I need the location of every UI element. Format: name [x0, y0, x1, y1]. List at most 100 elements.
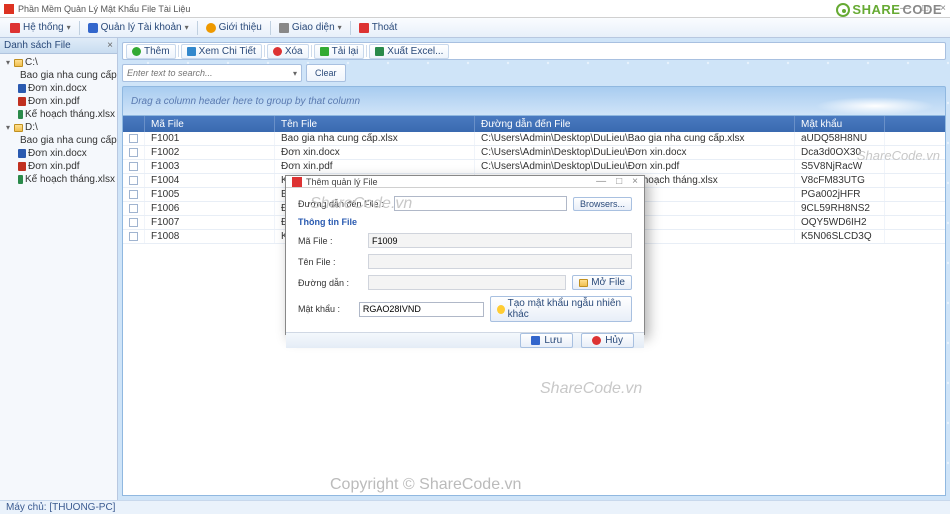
sidebar: Danh sách File × ▾C:\Bao gia nha cung cấ…: [0, 38, 118, 500]
add-button[interactable]: Thêm: [126, 44, 176, 59]
file-icon: [18, 110, 23, 119]
search-box[interactable]: ▾: [122, 64, 302, 82]
sidebar-title: Danh sách File: [4, 40, 71, 51]
search-dropdown-icon[interactable]: ▾: [293, 69, 297, 78]
excel-icon: [375, 47, 384, 56]
tree-folder[interactable]: ▾C:\: [0, 56, 117, 69]
table-row[interactable]: F1002Đơn xin.docxC:\Users\Admin\Desktop\…: [123, 146, 945, 160]
file-icon: [18, 84, 26, 93]
grid-header: Mã File Tên File Đường dẫn đến File Mật …: [123, 116, 945, 132]
export-excel-button[interactable]: Xuất Excel...: [369, 44, 449, 59]
matkhau-label: Mật khẩu :: [298, 304, 353, 314]
col-password[interactable]: Mật khẩu: [795, 116, 885, 132]
reload-icon: [320, 47, 329, 56]
gear-icon: [10, 23, 20, 33]
row-checkbox[interactable]: [129, 162, 138, 171]
row-checkbox[interactable]: [129, 190, 138, 199]
detail-icon: [187, 47, 196, 56]
table-row[interactable]: F1003Đơn xin.pdfC:\Users\Admin\Desktop\D…: [123, 160, 945, 174]
row-checkbox[interactable]: [129, 134, 138, 143]
menu-thoat[interactable]: Thoát: [355, 21, 402, 34]
dialog-title: Thêm quản lý File: [306, 177, 596, 187]
sidebar-header: Danh sách File ×: [0, 38, 117, 54]
delete-button[interactable]: Xóa: [267, 44, 309, 59]
row-checkbox[interactable]: [129, 218, 138, 227]
file-icon: [18, 162, 26, 171]
tree-file[interactable]: Đơn xin.docx: [0, 147, 117, 160]
tree-file[interactable]: Đơn xin.pdf: [0, 95, 117, 108]
file-icon: [18, 97, 26, 106]
dialog-footer: Lưu Hủy: [286, 332, 644, 348]
folder-icon: [14, 124, 23, 132]
tenfile-input: [368, 254, 632, 269]
search-input[interactable]: [127, 68, 293, 78]
app-icon: [4, 4, 14, 14]
status-bar: Máy chủ: [THUONG-PC]: [0, 500, 950, 514]
open-file-button[interactable]: Mở File: [572, 275, 632, 290]
file-icon: [18, 175, 23, 184]
tenfile-label: Tên File :: [298, 257, 362, 267]
dialog-close-button[interactable]: ×: [632, 176, 638, 187]
row-checkbox[interactable]: [129, 176, 138, 185]
reload-button[interactable]: Tải lại: [314, 44, 365, 59]
col-id[interactable]: Mã File: [145, 116, 275, 132]
path-label: Đường dẫn đến File :: [298, 199, 388, 209]
save-button[interactable]: Lưu: [520, 333, 573, 348]
tree-file[interactable]: Kế hoạch tháng.xlsx: [0, 173, 117, 186]
browse-button[interactable]: Browsers...: [573, 197, 632, 211]
row-checkbox[interactable]: [129, 148, 138, 157]
logo-spiral-icon: [836, 3, 850, 17]
exit-icon: [359, 23, 369, 33]
mafile-label: Mã File :: [298, 236, 362, 246]
menu-giaodien[interactable]: Giao diện▾: [275, 21, 346, 34]
dialog-maximize-button[interactable]: □: [616, 176, 622, 187]
col-name[interactable]: Tên File: [275, 116, 475, 132]
tree-file[interactable]: Bao gia nha cung cấp.xlsx: [0, 134, 117, 147]
sharecode-logo: SHARE CODE: [836, 2, 942, 17]
generate-password-button[interactable]: Tạo mật khẩu ngẫu nhiên khác: [490, 296, 632, 322]
matkhau-input[interactable]: [359, 302, 484, 317]
dialog-title-bar[interactable]: Thêm quản lý File — □ ×: [286, 176, 644, 188]
dialog-app-icon: [292, 177, 302, 187]
cancel-icon: [592, 336, 601, 345]
cancel-button[interactable]: Hủy: [581, 333, 634, 348]
save-icon: [531, 336, 540, 345]
info-icon: [206, 23, 216, 33]
group-hint-text: Drag a column header here to group by th…: [131, 96, 360, 107]
bulb-icon: [497, 305, 505, 314]
title-bar: Phần Mềm Quản Lý Mật Khẩu File Tài Liệu …: [0, 0, 950, 18]
window-title: Phần Mềm Quản Lý Mật Khẩu File Tài Liệu: [18, 4, 900, 14]
theme-icon: [279, 23, 289, 33]
row-checkbox[interactable]: [129, 204, 138, 213]
mafile-input: [368, 233, 632, 248]
row-checkbox[interactable]: [129, 232, 138, 241]
search-bar: ▾ Clear: [122, 64, 946, 82]
view-detail-button[interactable]: Xem Chi Tiết: [181, 44, 262, 59]
tree-file[interactable]: Kế hoạch tháng.xlsx: [0, 108, 117, 121]
file-icon: [18, 149, 26, 158]
path-input[interactable]: [394, 196, 567, 211]
dialog-minimize-button[interactable]: —: [596, 176, 606, 187]
group-by-bar[interactable]: Drag a column header here to group by th…: [122, 86, 946, 116]
delete-icon: [273, 47, 282, 56]
status-text: Máy chủ: [THUONG-PC]: [6, 502, 115, 513]
menu-gioithieu[interactable]: Giới thiệu: [202, 21, 266, 34]
tree-file[interactable]: Đơn xin.docx: [0, 82, 117, 95]
tree-file[interactable]: Bao gia nha cung cấp.xlsx: [0, 69, 117, 82]
tree-file[interactable]: Đơn xin.pdf: [0, 160, 117, 173]
plus-icon: [132, 47, 141, 56]
tree-folder[interactable]: ▾D:\: [0, 121, 117, 134]
menu-quanly[interactable]: Quản lý Tài khoản▾: [84, 21, 193, 34]
section-label: Thông tin File: [298, 217, 632, 227]
col-path[interactable]: Đường dẫn đến File: [475, 116, 795, 132]
duongdan-input: [368, 275, 566, 290]
col-checkbox[interactable]: [123, 116, 145, 132]
menu-hethong[interactable]: Hệ thống▾: [6, 21, 75, 34]
menu-bar: Hệ thống▾ Quản lý Tài khoản▾ Giới thiệu …: [0, 18, 950, 38]
table-row[interactable]: F1001Bao gia nha cung cấp.xlsxC:\Users\A…: [123, 132, 945, 146]
file-tree[interactable]: ▾C:\Bao gia nha cung cấp.xlsxĐơn xin.doc…: [0, 54, 117, 188]
clear-button[interactable]: Clear: [306, 64, 346, 82]
sidebar-close-icon[interactable]: ×: [107, 40, 113, 51]
folder-icon: [579, 279, 588, 287]
add-file-dialog: Thêm quản lý File — □ × Đường dẫn đến Fi…: [285, 175, 645, 335]
